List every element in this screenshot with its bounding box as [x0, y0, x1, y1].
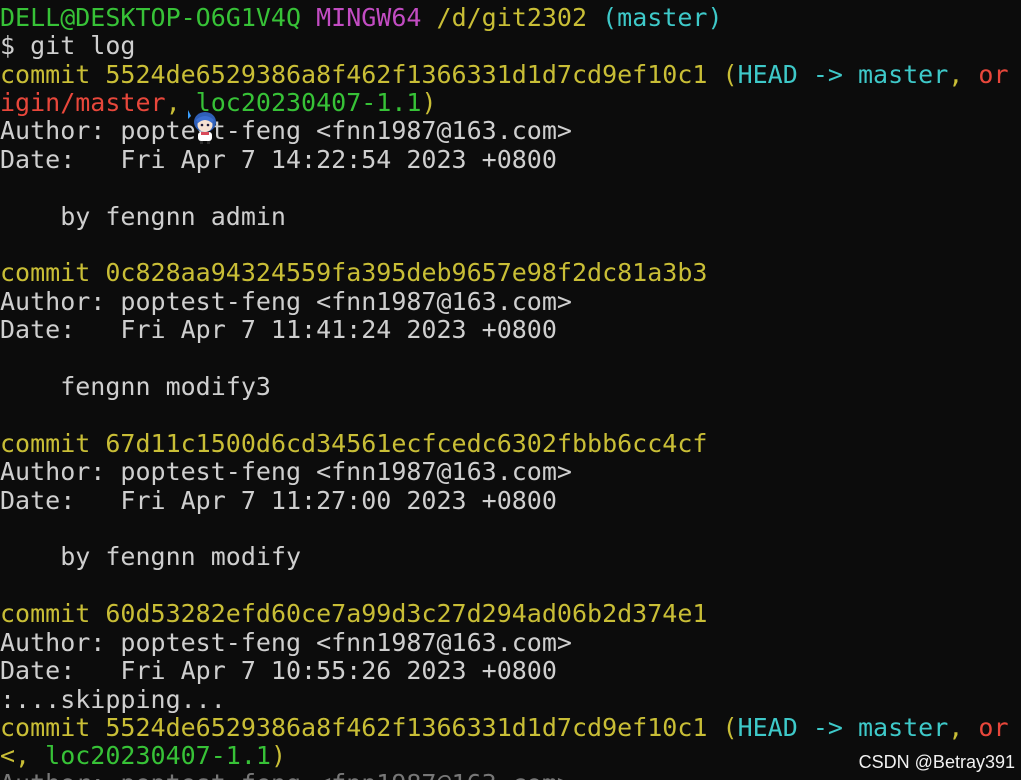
- origin-ref-part: or: [978, 713, 1009, 742]
- ref-close: ): [421, 88, 437, 117]
- head-ref: HEAD -> master: [737, 713, 949, 742]
- commit-hash: 0c828aa94324559fa395deb9657e98f2dc81a3b3: [105, 258, 708, 287]
- commit-label: commit: [0, 429, 91, 458]
- prompt-line: DELL@DESKTOP-O6G1V4Q MINGW64 /d/git2302 …: [0, 4, 723, 32]
- tag-ref: loc20230407-1.1: [195, 88, 422, 117]
- commit-line: commit 5524de6529386a8f462f1366331d1d7cd…: [0, 61, 1009, 89]
- commit-label: commit: [0, 713, 91, 742]
- commit-label: commit: [0, 599, 91, 628]
- ref-separator: ,: [948, 713, 979, 742]
- commit-label: commit: [0, 258, 91, 287]
- commit-message: fengnn modify3: [0, 372, 271, 401]
- anime-avatar-cursor-icon: [188, 110, 216, 144]
- commit-hash: 67d11c1500d6cd34561ecfcedc6302fbbb6cc4cf: [105, 429, 708, 458]
- commit-line: commit 60d53282efd60ce7a99d3c27d294ad06b…: [0, 600, 707, 628]
- date-line: Date: Fri Apr 7 14:22:54 2023 +0800: [0, 145, 557, 174]
- head-ref: HEAD -> master: [737, 60, 949, 89]
- truncation-marker: <,: [0, 741, 46, 770]
- commit-hash: 60d53282efd60ce7a99d3c27d294ad06b2d374e1: [105, 599, 708, 628]
- date-line: Date: Fri Apr 7 10:55:26 2023 +0800: [0, 656, 557, 685]
- commit-line: commit 0c828aa94324559fa395deb9657e98f2d…: [0, 259, 707, 287]
- commit-line: commit 67d11c1500d6cd34561ecfcedc6302fbb…: [0, 430, 707, 458]
- ref-separator: ,: [948, 60, 979, 89]
- prompt-path: /d/git2302: [436, 3, 588, 32]
- commit-message: by fengnn modify: [0, 542, 302, 571]
- commit-hash: 5524de6529386a8f462f1366331d1d7cd9ef10c1: [105, 60, 708, 89]
- origin-ref: igin/master: [0, 88, 166, 117]
- date-line: Date: Fri Apr 7 11:27:00 2023 +0800: [0, 486, 557, 515]
- commit-line: commit 5524de6529386a8f462f1366331d1d7cd…: [0, 714, 1009, 742]
- commit-hash: 5524de6529386a8f462f1366331d1d7cd9ef10c1: [105, 713, 708, 742]
- terminal-window[interactable]: DELL@DESKTOP-O6G1V4Q MINGW64 /d/git2302 …: [0, 0, 1021, 780]
- commit-ref-continuation: <, loc20230407-1.1): [0, 742, 286, 770]
- tag-ref: loc20230407-1.1: [45, 741, 271, 770]
- prompt-branch: (master): [602, 3, 723, 32]
- date-line: Date: Fri Apr 7 11:41:24 2023 +0800: [0, 315, 557, 344]
- author-line-partial: Author: poptest-feng <fnn1987@163.com>: [0, 770, 572, 780]
- origin-ref-part: or: [978, 60, 1009, 89]
- command-line: $ git log: [0, 31, 136, 60]
- ref-open: (: [722, 60, 738, 89]
- author-line: Author: poptest-feng <fnn1987@163.com>: [0, 457, 572, 486]
- prompt-system: MINGW64: [316, 3, 422, 32]
- ref-open: (: [722, 713, 738, 742]
- ref-close: ): [270, 741, 286, 770]
- pager-skipping-line: :...skipping...: [0, 685, 226, 714]
- commit-label: commit: [0, 60, 91, 89]
- author-line: Author: poptest-feng <fnn1987@163.com>: [0, 628, 572, 657]
- author-line: Author: poptest-feng <fnn1987@163.com>: [0, 287, 572, 316]
- csdn-watermark: CSDN @Betray391: [858, 752, 1015, 772]
- author-line: Author: poptest-feng <fnn1987@163.com>: [0, 116, 572, 145]
- commit-message: by fengnn admin: [0, 202, 286, 231]
- prompt-user-host: DELL@DESKTOP-O6G1V4Q: [0, 3, 302, 32]
